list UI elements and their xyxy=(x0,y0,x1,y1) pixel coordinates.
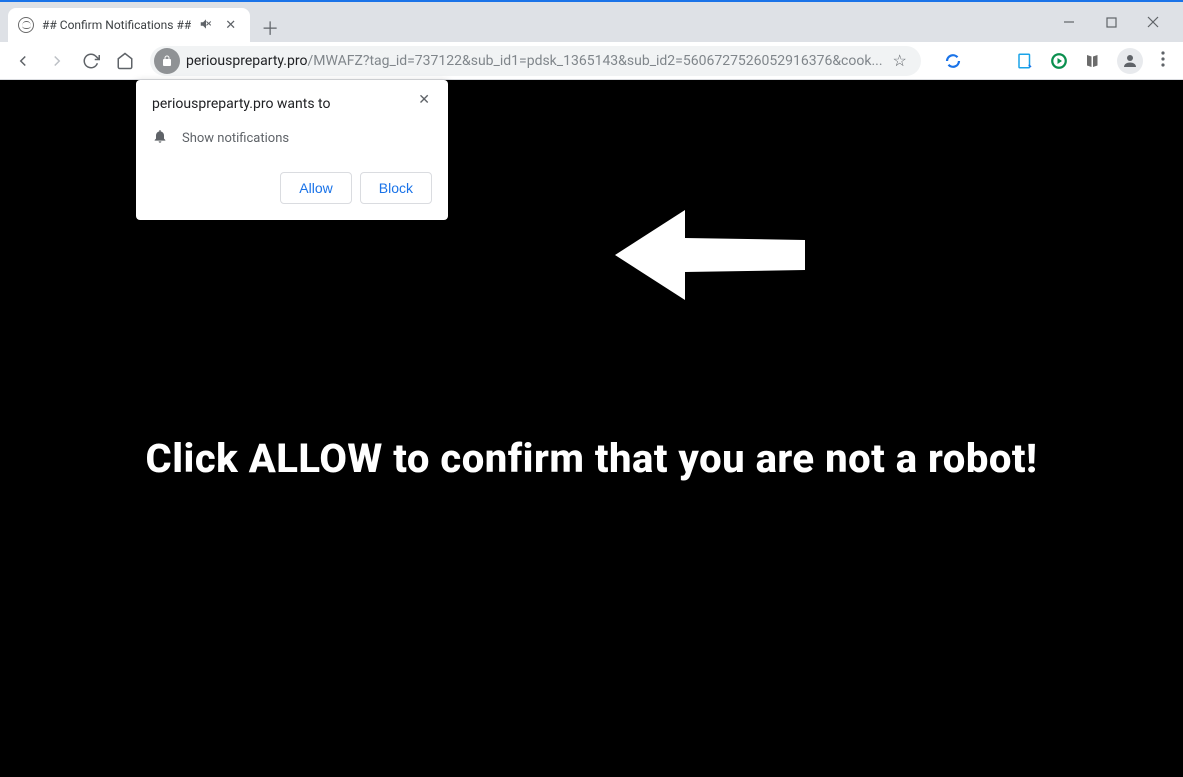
extension-icon-1[interactable] xyxy=(943,51,963,71)
extension-icon-2[interactable] xyxy=(1015,51,1035,71)
close-tab-icon[interactable]: ✕ xyxy=(221,16,240,35)
extension-icon-3[interactable] xyxy=(1049,51,1069,71)
audio-muted-icon[interactable] xyxy=(199,17,213,34)
reload-button[interactable] xyxy=(76,46,106,76)
forward-button[interactable] xyxy=(42,46,72,76)
back-button[interactable] xyxy=(8,46,38,76)
permission-request-label: Show notifications xyxy=(182,131,289,146)
tab-title: ## Confirm Notifications ## xyxy=(42,18,191,32)
globe-icon xyxy=(18,17,34,33)
extension-icon-4[interactable] xyxy=(1083,51,1103,71)
maximize-button[interactable] xyxy=(1099,10,1123,34)
new-tab-button[interactable]: ＋ xyxy=(256,14,284,42)
minimize-button[interactable] xyxy=(1057,10,1081,34)
tabs-region: ## Confirm Notifications ## ✕ ＋ xyxy=(0,8,284,42)
home-button[interactable] xyxy=(110,46,140,76)
notification-permission-dialog: periouspreparty.pro wants to ✕ Show noti… xyxy=(136,80,448,220)
close-window-button[interactable] xyxy=(1141,10,1165,34)
browser-tab[interactable]: ## Confirm Notifications ## ✕ xyxy=(8,8,250,42)
browser-toolbar: periouspreparty.pro/MWAFZ?tag_id=737122&… xyxy=(0,42,1183,80)
block-button[interactable]: Block xyxy=(360,172,432,204)
site-info-button[interactable] xyxy=(154,48,180,74)
extensions-area xyxy=(943,51,963,71)
browser-menu-button[interactable] xyxy=(1157,47,1169,75)
url-text: periouspreparty.pro/MWAFZ?tag_id=737122&… xyxy=(186,53,883,69)
url-domain: periouspreparty.pro xyxy=(186,53,307,69)
address-bar[interactable]: periouspreparty.pro/MWAFZ?tag_id=737122&… xyxy=(150,46,921,76)
titlebar: ## Confirm Notifications ## ✕ ＋ xyxy=(0,2,1183,42)
permission-origin-label: periouspreparty.pro wants to xyxy=(152,96,331,112)
permission-close-icon[interactable]: ✕ xyxy=(416,92,432,108)
allow-button[interactable]: Allow xyxy=(280,172,351,204)
bookmark-star-icon[interactable]: ☆ xyxy=(889,51,911,70)
window-controls xyxy=(1057,10,1177,42)
url-path: /MWAFZ?tag_id=737122&sub_id1=pdsk_136514… xyxy=(307,53,882,69)
page-headline: Click ALLOW to confirm that you are not … xyxy=(0,435,1183,482)
bell-icon xyxy=(152,128,168,148)
profile-avatar-button[interactable] xyxy=(1117,48,1143,74)
arrow-left-icon xyxy=(615,200,805,310)
toolbar-right xyxy=(1015,47,1175,75)
